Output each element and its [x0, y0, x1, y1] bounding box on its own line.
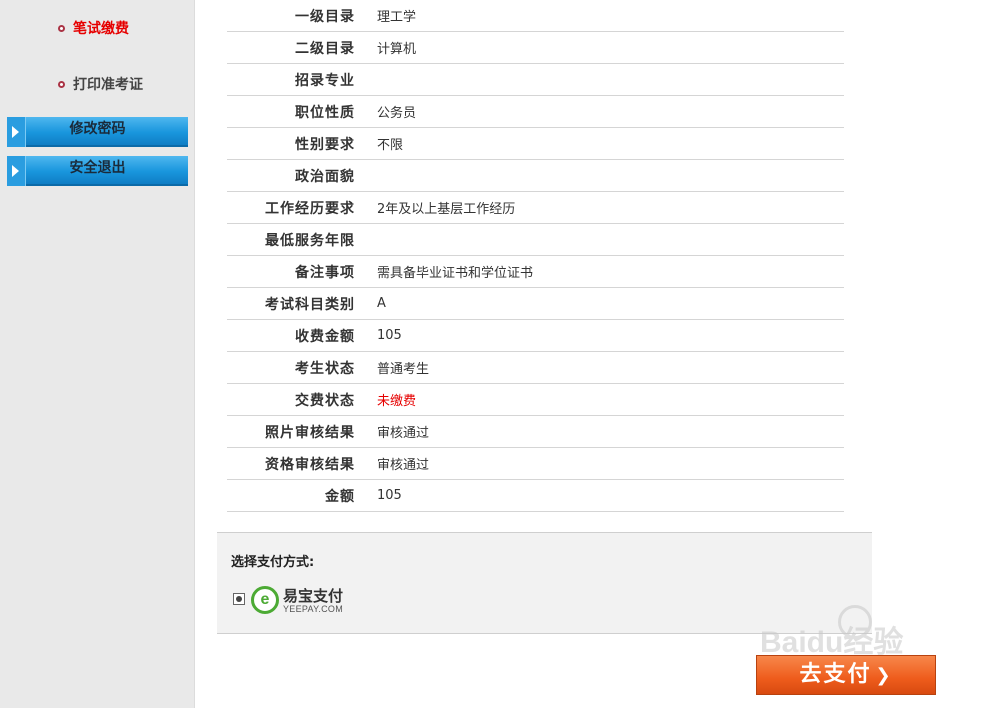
- row-label: 一级目录: [295, 8, 355, 25]
- row-label: 考试科目类别: [265, 296, 355, 313]
- change-password-label: 修改密码: [69, 121, 126, 137]
- row-value: 普通考生: [377, 362, 430, 377]
- row-label: 二级目录: [295, 40, 355, 57]
- table-row: 最低服务年限: [227, 224, 844, 256]
- row-value: 审核通过: [377, 426, 430, 441]
- row-value: 2年及以上基层工作经历: [377, 202, 516, 217]
- yeepay-logo[interactable]: e 易宝支付 YEEPAY.COM: [251, 584, 351, 616]
- table-row: 照片审核结果 审核通过: [227, 416, 844, 448]
- sidebar: 笔试缴费 打印准考证 修改密码 安全退出: [0, 0, 195, 708]
- go-pay-label: 去支付: [799, 662, 872, 687]
- row-value: 审核通过: [377, 458, 430, 473]
- row-value: 理工学: [377, 10, 417, 25]
- table-row: 工作经历要求 2年及以上基层工作经历: [227, 192, 844, 224]
- row-value: 不限: [377, 138, 404, 153]
- row-value: 105: [377, 488, 402, 503]
- table-row: 收费金额 105: [227, 320, 844, 352]
- row-value: 公务员: [377, 106, 417, 121]
- row-value: 需具备毕业证书和学位证书: [377, 266, 534, 281]
- row-label: 最低服务年限: [265, 232, 355, 249]
- logout-label: 安全退出: [69, 160, 126, 176]
- sidebar-link-print-admission[interactable]: 打印准考证: [58, 74, 143, 94]
- row-label: 照片审核结果: [265, 424, 355, 441]
- row-label: 职位性质: [295, 104, 355, 121]
- table-row: 资格审核结果 审核通过: [227, 448, 844, 480]
- arrow-right-icon: [7, 117, 26, 147]
- bullet-icon: [58, 80, 65, 88]
- row-label: 性别要求: [295, 136, 355, 153]
- row-value: 计算机: [377, 42, 417, 57]
- table-row: 政治面貌: [227, 160, 844, 192]
- table-row: 备注事项 需具备毕业证书和学位证书: [227, 256, 844, 288]
- row-value: 105: [377, 328, 402, 343]
- row-label: 政治面貌: [295, 168, 355, 185]
- table-row: 考试科目类别 A: [227, 288, 844, 320]
- row-label: 备注事项: [295, 264, 355, 281]
- row-label: 金额: [325, 488, 355, 505]
- table-row: 一级目录 理工学: [227, 0, 844, 32]
- sidebar-link-label: 打印准考证: [73, 77, 143, 93]
- bullet-icon: [58, 24, 65, 32]
- row-label: 收费金额: [295, 328, 355, 345]
- table-row: 金额 105: [227, 480, 844, 512]
- yeepay-logo-text: 易宝支付: [283, 587, 344, 605]
- row-label: 资格审核结果: [265, 456, 355, 473]
- go-pay-button[interactable]: 去支付 ❯: [756, 655, 936, 695]
- logout-button[interactable]: 安全退出: [7, 156, 188, 186]
- payment-status-value: 未缴费: [377, 394, 417, 409]
- yeepay-icon: e: [251, 586, 279, 614]
- table-row: 性别要求 不限: [227, 128, 844, 160]
- info-table: 一级目录 理工学 二级目录 计算机 招录专业 职位性质 公务员 性别要求 不限 政治面貌…: [227, 0, 844, 512]
- row-label: 招录专业: [295, 72, 355, 89]
- table-row: 二级目录 计算机: [227, 32, 844, 64]
- payment-method-radio[interactable]: [233, 593, 245, 605]
- row-label: 交费状态: [295, 392, 355, 409]
- payment-method-panel: 选择支付方式: e 易宝支付 YEEPAY.COM: [217, 532, 872, 634]
- payment-method-title: 选择支付方式:: [231, 555, 315, 570]
- sidebar-link-exam-fee[interactable]: 笔试缴费: [58, 18, 129, 38]
- table-row: 交费状态 未缴费: [227, 384, 844, 416]
- yeepay-logo-url: YEEPAY.COM: [283, 604, 344, 614]
- change-password-button[interactable]: 修改密码: [7, 117, 188, 147]
- table-row: 招录专业: [227, 64, 844, 96]
- sidebar-link-label: 笔试缴费: [73, 21, 129, 37]
- chevron-right-icon: ❯: [875, 665, 893, 686]
- row-label: 工作经历要求: [265, 200, 355, 217]
- table-row: 考生状态 普通考生: [227, 352, 844, 384]
- arrow-right-icon: [7, 156, 26, 186]
- table-row: 职位性质 公务员: [227, 96, 844, 128]
- row-label: 考生状态: [295, 360, 355, 377]
- row-value: A: [377, 296, 386, 311]
